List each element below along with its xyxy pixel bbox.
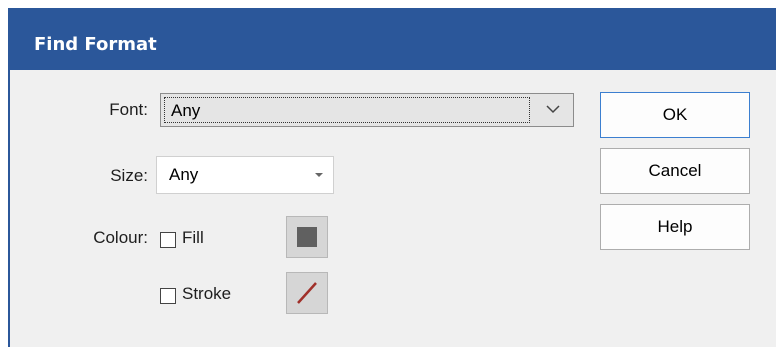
fill-color-swatch[interactable] (286, 216, 328, 258)
filled-square-icon (297, 227, 317, 247)
diagonal-line-icon (297, 282, 317, 304)
dialog-title: Find Format (34, 34, 157, 55)
fill-label[interactable]: Fill (182, 228, 204, 248)
font-value-focus-box: Any (164, 97, 530, 123)
size-value: Any (169, 165, 199, 184)
colour-label: Colour: (93, 228, 148, 247)
stroke-checkbox[interactable] (160, 288, 176, 304)
font-value: Any (171, 101, 201, 120)
size-label: Size: (110, 166, 148, 185)
find-format-dialog: Find Format Font: Any Size: Any Colour: … (8, 8, 776, 347)
font-label: Font: (109, 100, 148, 119)
title-bar: Find Format (10, 8, 776, 70)
cancel-button[interactable]: Cancel (600, 148, 750, 194)
font-dropdown[interactable]: Any (160, 93, 574, 127)
stroke-label[interactable]: Stroke (182, 284, 231, 304)
help-button[interactable]: Help (600, 204, 750, 250)
chevron-down-icon[interactable] (545, 101, 561, 117)
fill-checkbox[interactable] (160, 232, 176, 248)
ok-button[interactable]: OK (600, 92, 750, 138)
size-dropdown[interactable]: Any (156, 156, 334, 194)
caret-down-icon[interactable] (315, 173, 323, 177)
stroke-color-swatch[interactable] (286, 272, 328, 314)
